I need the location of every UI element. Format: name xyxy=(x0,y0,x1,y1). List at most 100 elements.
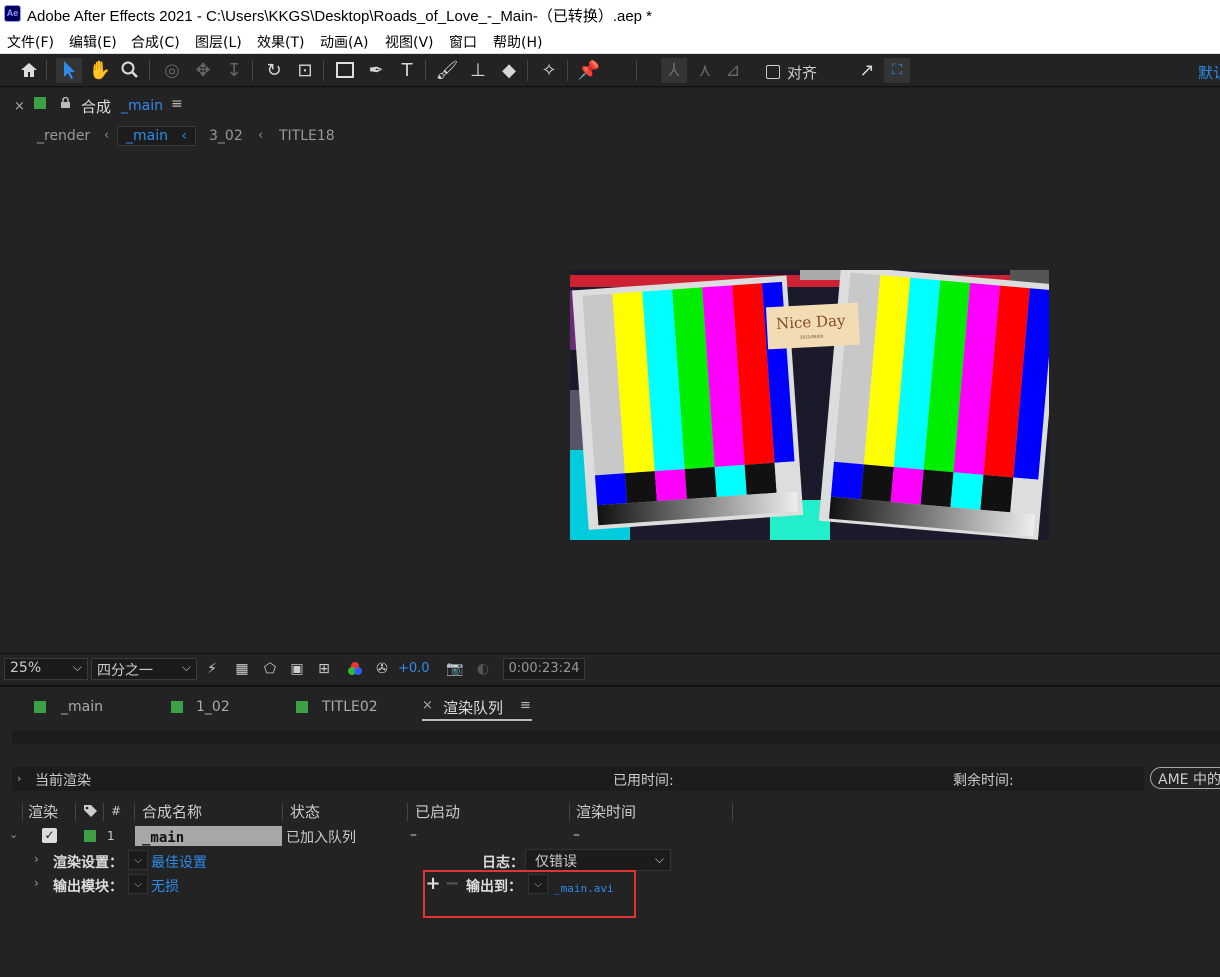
selection-tool-icon[interactable] xyxy=(56,58,82,83)
current-time-display[interactable]: 0:00:23:24 xyxy=(503,658,585,680)
transparency-grid-icon[interactable]: ▦ xyxy=(233,661,251,677)
breadcrumb-render[interactable]: _render xyxy=(37,128,90,144)
menu-animation[interactable]: 动画(A) xyxy=(320,32,369,52)
close-tab-icon[interactable]: × xyxy=(422,698,433,713)
hand-tool-icon[interactable]: ✋ xyxy=(87,58,113,83)
snap-option-icon[interactable]: ↗ xyxy=(854,58,880,83)
expand-caret-icon[interactable]: › xyxy=(17,772,21,785)
type-tool-icon[interactable]: T xyxy=(394,58,420,83)
tab-1-02[interactable]: 1_02 xyxy=(196,699,230,715)
reset-exposure-icon[interactable]: ✇ xyxy=(373,661,391,677)
tab-main[interactable]: _main xyxy=(61,699,103,715)
mask-visibility-icon[interactable]: ⬠ xyxy=(261,661,279,677)
viewer-footer: 25% ⌵ 四分之一 ⌵ ⚡ ▦ ⬠ ▣ ⊞ ✇ +0.0 📷 ◐ 0:00:23:… xyxy=(0,653,1220,683)
menu-layer[interactable]: 图层(L) xyxy=(195,32,242,52)
item-color-label[interactable] xyxy=(84,830,96,842)
render-checkbox[interactable]: ✓ xyxy=(42,828,57,843)
dolly-camera-icon[interactable]: ↧ xyxy=(221,58,247,83)
lock-icon[interactable] xyxy=(60,97,71,108)
menu-effect[interactable]: 效果(T) xyxy=(257,32,304,52)
close-panel-icon[interactable]: × xyxy=(14,99,25,114)
log-label: 日志： xyxy=(482,855,524,871)
pan-behind-tool-icon[interactable]: ⊡ xyxy=(292,58,318,83)
menu-composition[interactable]: 合成(C) xyxy=(131,32,180,52)
breadcrumb-3-02[interactable]: 3_02 xyxy=(209,128,243,144)
queue-in-ame-button[interactable]: AME 中的 xyxy=(1150,767,1220,789)
composition-viewer[interactable]: Nice Day 2021/08/08 xyxy=(0,152,1220,652)
output-module-value[interactable]: 无损 xyxy=(151,876,179,896)
chevron-down-icon: ⌵ xyxy=(181,660,191,674)
exposure-value[interactable]: +0.0 xyxy=(398,661,430,676)
menu-help[interactable]: 帮助(H) xyxy=(493,32,542,52)
column-started[interactable]: 已启动 xyxy=(415,801,460,823)
render-queue-item[interactable]: ⌄ ✓ 1 _main 已加入队列 – – xyxy=(0,826,1220,846)
zoom-tool-icon[interactable] xyxy=(117,58,143,83)
current-render-bar[interactable]: › 当前渲染 已用时间: 剩余时间: xyxy=(12,767,1144,791)
expand-caret-icon[interactable]: › xyxy=(34,876,39,890)
pen-tool-icon[interactable]: ✒ xyxy=(363,58,389,83)
menu-file[interactable]: 文件(F) xyxy=(7,32,54,52)
composition-name[interactable]: _main xyxy=(121,98,163,114)
snap-frame-icon[interactable]: ⛶ xyxy=(884,58,910,83)
render-settings-value[interactable]: 最佳设置 xyxy=(151,852,207,872)
grid-guides-icon[interactable]: ⊞ xyxy=(315,661,333,677)
column-render-time[interactable]: 渲染时间 xyxy=(576,801,636,823)
composition-preview-frame[interactable]: Nice Day 2021/08/08 xyxy=(570,270,1049,540)
column-status[interactable]: 状态 xyxy=(290,801,320,823)
menu-edit[interactable]: 编辑(E) xyxy=(69,32,117,52)
item-index: 1 xyxy=(107,829,115,843)
tab-color-label xyxy=(171,701,183,713)
preview-title-text: Nice Day xyxy=(776,311,847,333)
home-icon[interactable] xyxy=(16,58,42,83)
title-bar: Ae Adobe After Effects 2021 - C:\Users\K… xyxy=(0,0,1220,30)
snapshot-camera-icon[interactable]: 📷 xyxy=(446,661,464,677)
output-module-dropdown[interactable]: ⌵ xyxy=(128,874,148,894)
pan-camera-icon[interactable]: ✥ xyxy=(190,58,216,83)
menu-window[interactable]: 窗口 xyxy=(449,32,477,52)
remaining-time-label: 剩余时间: xyxy=(953,773,1014,789)
show-snapshot-icon[interactable]: ◐ xyxy=(474,661,492,677)
render-settings-dropdown[interactable]: ⌵ xyxy=(128,850,148,870)
roto-brush-icon[interactable]: ✧ xyxy=(536,58,562,83)
clone-stamp-icon[interactable]: ⊥ xyxy=(465,58,491,83)
breadcrumb-main[interactable]: _main ‹ xyxy=(117,126,196,146)
region-of-interest-icon[interactable]: ▣ xyxy=(288,661,306,677)
puppet-pin-icon[interactable]: 📌 xyxy=(576,58,602,83)
label-tag-icon[interactable] xyxy=(83,801,98,823)
world-axis-mode-icon[interactable]: ⋏ xyxy=(692,58,718,83)
fast-previews-icon[interactable]: ⚡ xyxy=(203,661,221,677)
column-comp-name[interactable]: 合成名称 xyxy=(142,801,202,823)
magnification-select[interactable]: 25% ⌵ xyxy=(4,658,88,680)
item-comp-name[interactable]: _main xyxy=(135,826,282,846)
highlight-annotation-box xyxy=(423,870,636,918)
local-axis-mode-icon[interactable]: ⅄ xyxy=(661,58,687,83)
preview-image: Nice Day 2021/08/08 xyxy=(570,270,1049,540)
column-index[interactable]: # xyxy=(111,804,121,826)
current-render-label: 当前渲染 xyxy=(35,773,91,789)
tab-title02[interactable]: TITLE02 xyxy=(322,699,378,715)
resolution-select[interactable]: 四分之一 ⌵ xyxy=(91,658,197,680)
breadcrumb-title18[interactable]: TITLE18 xyxy=(279,128,335,144)
tab-render-queue[interactable]: × 渲染队列 ≡ xyxy=(422,695,532,721)
snap-label: 对齐 xyxy=(787,64,818,82)
panel-menu-icon[interactable]: ≡ xyxy=(171,96,183,112)
color-channels-icon[interactable] xyxy=(346,661,364,677)
column-render[interactable]: 渲染 xyxy=(28,801,58,823)
eraser-tool-icon[interactable]: ◆ xyxy=(496,58,522,83)
brush-tool-icon[interactable]: 🖌 xyxy=(434,58,460,83)
breadcrumb-arrow-icon: ‹ xyxy=(104,128,110,143)
snap-checkbox[interactable] xyxy=(766,65,780,79)
rectangle-tool-icon[interactable] xyxy=(332,58,358,83)
collapse-caret-icon[interactable]: ⌄ xyxy=(9,828,18,841)
workspace-default[interactable]: 默认 xyxy=(1198,62,1220,83)
panel-menu-icon[interactable]: ≡ xyxy=(520,698,531,713)
item-status: 已加入队列 xyxy=(286,830,356,846)
log-select[interactable]: 仅错误 ⌵ xyxy=(525,849,671,871)
tab-color-label xyxy=(296,701,308,713)
breadcrumb-arrow-icon: ‹ xyxy=(258,128,264,143)
orbit-camera-icon[interactable]: ◎ xyxy=(159,58,185,83)
menu-view[interactable]: 视图(V) xyxy=(385,32,434,52)
view-axis-mode-icon[interactable]: ⊿ xyxy=(720,58,746,83)
expand-caret-icon[interactable]: › xyxy=(34,852,39,866)
rotate-tool-icon[interactable]: ↻ xyxy=(261,58,287,83)
